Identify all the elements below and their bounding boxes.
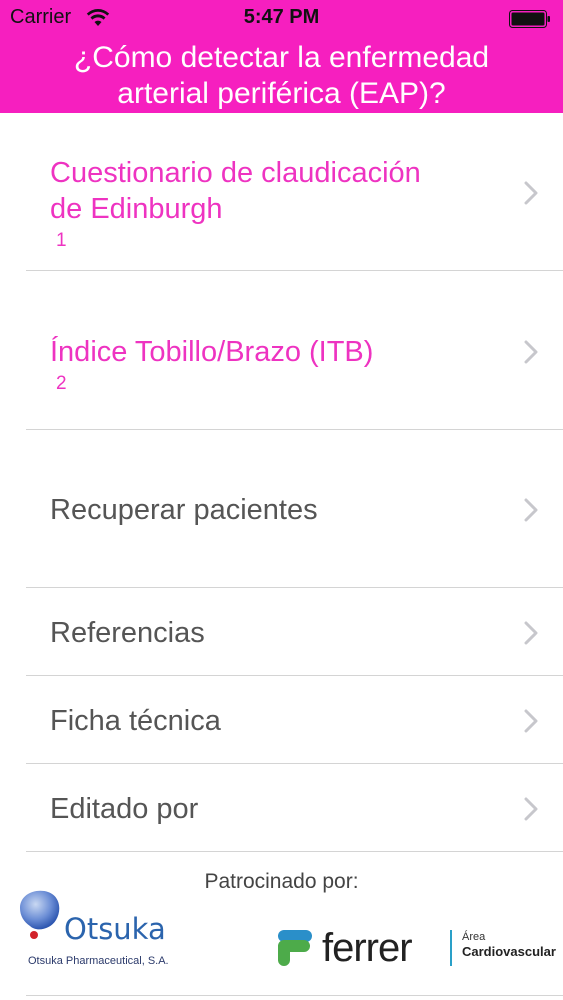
reference-superscript: 1 xyxy=(56,230,67,251)
menu-item-label-line-2: de Edinburgh xyxy=(50,193,223,225)
otsuka-wordmark: Otsuka xyxy=(64,912,166,946)
menu-item-label: Índice Tobillo/Brazo (ITB) 2 xyxy=(50,334,483,406)
bottom-divider xyxy=(26,995,563,996)
menu-item-label: Editado por xyxy=(50,793,199,825)
otsuka-logo: Otsuka Otsuka Pharmaceutical, S.A. xyxy=(14,886,184,972)
page-title-line-1: ¿Cómo detectar la enfermedad xyxy=(73,41,490,74)
status-bar: Carrier 5:47 PM xyxy=(0,0,563,38)
menu-item-references[interactable]: Referencias xyxy=(0,588,563,675)
menu-item-edinburgh-questionnaire[interactable]: Cuestionario de claudicación de Edinburg… xyxy=(0,113,563,270)
area-name: Cardiovascular xyxy=(462,944,556,959)
row-divider xyxy=(26,851,563,852)
area-label: Área xyxy=(462,931,486,943)
menu-item-ankle-brachial-index[interactable]: Índice Tobillo/Brazo (ITB) 2 xyxy=(0,271,563,429)
menu-item-label-line-1: Cuestionario de claudicación xyxy=(50,157,421,189)
menu-item-label: Referencias xyxy=(50,617,205,649)
page-title: ¿Cómo detectar la enfermedad arterial pe… xyxy=(0,40,563,112)
menu-item-recover-patients[interactable]: Recuperar pacientes xyxy=(0,430,563,587)
battery-icon xyxy=(509,10,550,28)
chevron-right-icon xyxy=(524,181,538,205)
menu-item-technical-sheet[interactable]: Ficha técnica xyxy=(0,676,563,763)
menu-item-label: Cuestionario de claudicación de Edinburg… xyxy=(50,155,483,263)
page-title-line-2: arterial periférica (EAP)? xyxy=(117,77,446,110)
otsuka-full-name: Otsuka Pharmaceutical, S.A. xyxy=(28,955,169,967)
chevron-right-icon xyxy=(524,621,538,645)
clock: 5:47 PM xyxy=(243,6,320,28)
ferrer-logo: ferrer xyxy=(272,926,422,970)
chevron-right-icon xyxy=(524,498,538,522)
ferrer-wordmark: ferrer xyxy=(322,926,413,970)
menu-item-label: Ficha técnica xyxy=(50,705,221,737)
area-cardiovascular: Área Cardiovascular xyxy=(450,930,556,966)
menu-item-label-text: Índice Tobillo/Brazo (ITB) xyxy=(50,336,374,368)
ferrer-emblem-icon xyxy=(278,930,312,966)
menu-item-label: Recuperar pacientes xyxy=(50,494,318,526)
nav-header: Carrier 5:47 PM ¿Cómo detectar la enferm… xyxy=(0,0,563,113)
chevron-right-icon xyxy=(524,340,538,364)
chevron-right-icon xyxy=(524,709,538,733)
menu-item-edited-by[interactable]: Editado por xyxy=(0,764,563,851)
reference-superscript: 2 xyxy=(56,373,67,394)
chevron-right-icon xyxy=(524,797,538,821)
